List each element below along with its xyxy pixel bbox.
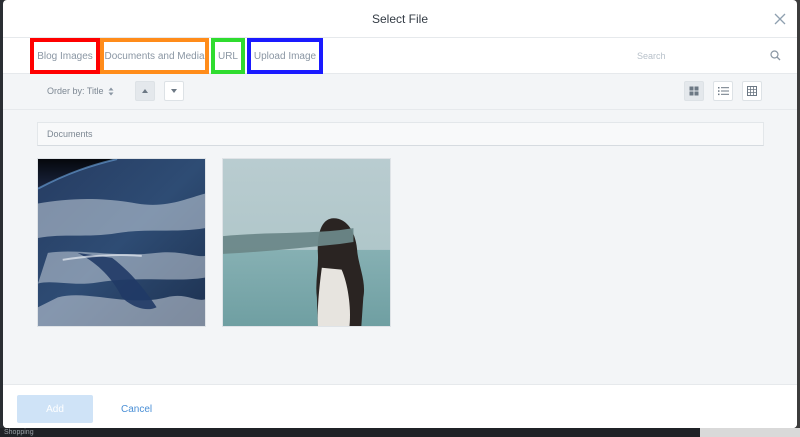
modal-title: Select File — [371, 12, 429, 26]
order-by-select[interactable]: Order by: Title — [47, 86, 114, 96]
sort-ascending-button[interactable] — [135, 81, 155, 101]
view-list-button[interactable] — [713, 81, 733, 101]
caret-up-icon — [142, 89, 148, 93]
toolbar: Order by: Title — [3, 74, 797, 110]
section-header: Documents — [37, 122, 764, 146]
order-by-label: Order by: Title — [47, 86, 104, 96]
modal-footer: Add Cancel — [3, 384, 797, 428]
modal-header: Select File — [3, 0, 797, 38]
earth-satellite-image — [38, 159, 205, 326]
close-icon — [774, 13, 786, 25]
sort-updown-icon — [108, 87, 114, 95]
view-table-button[interactable] — [742, 81, 762, 101]
list-icon — [717, 87, 729, 96]
close-button[interactable] — [773, 12, 787, 26]
background-bottom-text: Shopping — [4, 429, 34, 436]
caret-down-icon — [171, 89, 177, 93]
cancel-button[interactable]: Cancel — [121, 395, 152, 423]
search-box — [637, 46, 781, 66]
sort-descending-button[interactable] — [164, 81, 184, 101]
cards-icon — [689, 86, 699, 96]
file-thumbnail-blindfold[interactable] — [222, 158, 391, 327]
background-bottom-right — [700, 428, 800, 437]
search-icon[interactable] — [770, 50, 781, 61]
select-file-modal: Select File Blog Images Documents and Me… — [3, 0, 797, 428]
tab-bar: Blog Images Documents and Media URL Uplo… — [3, 38, 797, 74]
file-browser-content: Documents — [3, 110, 797, 384]
add-button[interactable]: Add — [17, 395, 93, 423]
file-thumbnail-earth[interactable] — [37, 158, 206, 327]
view-cards-button[interactable] — [684, 81, 704, 101]
blindfold-woman-image — [223, 159, 390, 326]
tab-url[interactable]: URL — [211, 38, 245, 74]
table-icon — [747, 86, 757, 96]
tab-documents-and-media[interactable]: Documents and Media — [100, 38, 209, 74]
tab-upload-image[interactable]: Upload Image — [247, 38, 323, 74]
background-bottom-strip — [0, 428, 800, 437]
tab-blog-images[interactable]: Blog Images — [30, 38, 100, 74]
search-input[interactable] — [637, 46, 747, 66]
